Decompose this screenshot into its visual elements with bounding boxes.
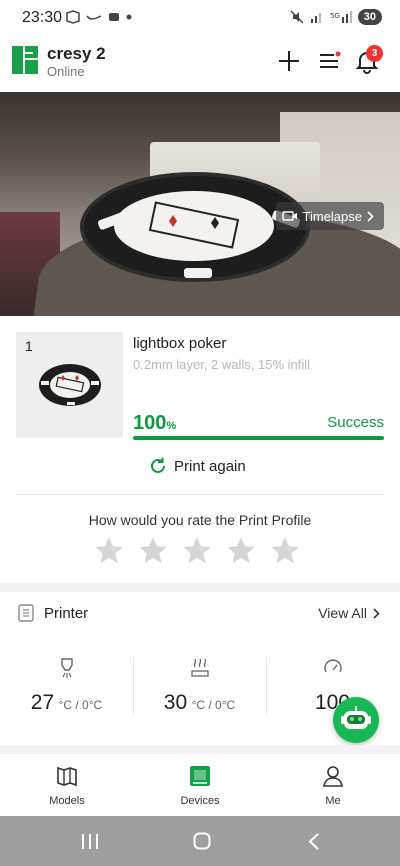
job-details: 0.2mm layer, 2 walls, 15% infill — [133, 357, 311, 372]
battery-level: 30 — [357, 9, 382, 25]
home-icon[interactable] — [193, 832, 211, 850]
job-progress-fill — [133, 436, 384, 440]
printer-doc-icon — [18, 604, 34, 622]
add-icon[interactable] — [276, 48, 302, 74]
nozzle-temp-unit: °C / 0°C — [58, 698, 103, 712]
mute-icon — [290, 10, 304, 24]
app-notification-icon — [66, 10, 80, 24]
progress-value: 100 — [133, 412, 167, 434]
job-status: Success — [327, 414, 384, 431]
nav-devices[interactable]: Devices — [150, 764, 250, 807]
me-icon — [323, 766, 343, 787]
view-all-button[interactable]: View All — [318, 605, 380, 621]
device-logo-icon — [12, 46, 38, 74]
rating-star-icon[interactable] — [270, 536, 300, 565]
bottom-navigation: Models Devices Me — [0, 753, 400, 816]
video-camera-icon — [281, 211, 297, 221]
timelapse-label: Timelapse — [302, 208, 362, 224]
dot-icon — [126, 14, 132, 20]
devices-icon — [190, 766, 210, 786]
device-name[interactable]: cresy 2 — [47, 44, 106, 64]
chip-thumbnail-icon — [39, 364, 101, 406]
nozzle-temp-value: 27 — [30, 691, 55, 714]
device-header: cresy 2 Online — [0, 36, 400, 92]
status-notification-icons — [66, 10, 132, 24]
nozzle-temperature[interactable]: 27 °C / 0°C — [0, 655, 133, 725]
5g-signal-icon: 5G — [330, 11, 352, 23]
divider — [16, 494, 384, 495]
rating-star-icon[interactable] — [138, 536, 168, 565]
heatbed-temp-icon — [191, 658, 209, 677]
rating-star-icon[interactable] — [182, 536, 212, 565]
print-again-button[interactable]: Print again — [148, 456, 246, 476]
refresh-icon — [151, 457, 165, 473]
models-icon — [57, 766, 77, 787]
job-progress-percent: 100% — [133, 412, 176, 435]
job-title: lightbox poker — [133, 335, 227, 352]
rating-star-icon[interactable] — [94, 536, 124, 565]
notification-badge: 3 — [366, 45, 383, 62]
section-gap — [0, 745, 400, 753]
speed-gauge-icon — [324, 659, 342, 673]
status-bar: 23:30 5G 30 — [0, 0, 400, 36]
nav-devices-label: Devices — [180, 795, 220, 807]
job-index: 1 — [25, 338, 33, 354]
bed-temp-unit: °C / 0°C — [191, 698, 236, 712]
nav-me[interactable]: Me — [283, 764, 383, 807]
rating-title: How would you rate the Print Profile — [88, 512, 312, 528]
assistant-robot-button[interactable] — [333, 697, 379, 743]
nav-models-label: Models — [49, 795, 85, 807]
rating-star-icon[interactable] — [226, 536, 256, 565]
bed-temp-value: 30 — [163, 691, 188, 714]
status-system-icons: 5G 30 — [290, 9, 382, 25]
recent-apps-icon[interactable] — [81, 833, 99, 850]
timelapse-button[interactable]: Timelapse — [275, 202, 384, 230]
svg-text:5G: 5G — [330, 12, 340, 20]
nav-me-label: Me — [325, 795, 341, 807]
wave-icon — [86, 15, 102, 20]
printer-section-title: Printer — [44, 605, 89, 622]
robot-icon — [341, 706, 371, 729]
chevron-right-icon — [367, 210, 374, 222]
camera-feed[interactable]: Timelapse — [0, 92, 400, 316]
nozzle-temp-icon — [61, 658, 73, 678]
section-gap — [0, 583, 400, 592]
device-status: Online — [47, 64, 85, 79]
print-again-label: Print again — [174, 457, 246, 475]
menu-list-icon[interactable] — [316, 48, 342, 74]
bed-temperature[interactable]: 30 °C / 0°C — [133, 655, 266, 725]
status-time: 23:30 — [22, 9, 63, 26]
nav-models[interactable]: Models — [17, 764, 117, 807]
job-thumbnail[interactable]: 1 — [16, 332, 123, 438]
progress-unit: % — [166, 420, 177, 432]
chevron-right-icon — [373, 607, 380, 619]
system-navigation-bar — [0, 816, 400, 866]
rating-stars — [94, 536, 300, 565]
storage-icon — [109, 13, 119, 21]
signal-icon — [310, 13, 321, 23]
job-progress-bar — [133, 436, 384, 440]
view-all-label: View All — [318, 605, 367, 621]
back-icon[interactable] — [308, 833, 320, 850]
